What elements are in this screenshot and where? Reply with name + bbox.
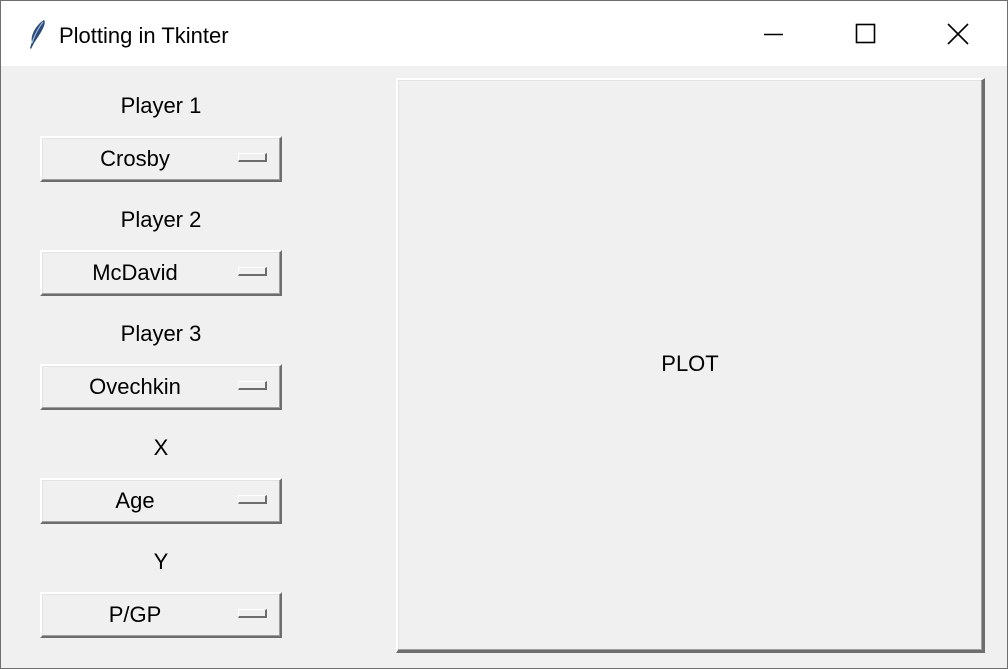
- option-menu-indicator-icon: [238, 267, 267, 276]
- option-menu-indicator-icon: [238, 495, 267, 504]
- window-title: Plotting in Tkinter: [59, 23, 229, 48]
- player3-dropdown[interactable]: Ovechkin: [40, 364, 282, 410]
- x-axis-dropdown[interactable]: Age: [40, 478, 282, 524]
- feather-icon: [30, 20, 45, 49]
- maximize-icon: [855, 23, 876, 43]
- option-menu-indicator-icon: [238, 153, 267, 162]
- y-axis-label: Y: [153, 549, 169, 574]
- y-axis-value: P/GP: [108, 602, 162, 627]
- player1-dropdown[interactable]: Crosby: [40, 136, 282, 182]
- close-icon: [947, 22, 969, 45]
- title-bar[interactable]: Plotting in Tkinter: [1, 1, 1007, 66]
- minimize-button[interactable]: [728, 1, 820, 66]
- x-axis-value: Age: [115, 488, 155, 513]
- y-axis-dropdown[interactable]: P/GP: [40, 592, 282, 638]
- option-menu-indicator-icon: [238, 609, 267, 618]
- player2-label: Player 2: [120, 207, 202, 232]
- option-menu-indicator-icon: [238, 381, 267, 390]
- plot-label: PLOT: [661, 351, 719, 376]
- player2-dropdown[interactable]: McDavid: [40, 250, 282, 296]
- minimize-icon: [764, 33, 783, 35]
- player3-value: Ovechkin: [89, 374, 181, 399]
- close-button[interactable]: [912, 1, 1004, 66]
- player1-label: Player 1: [120, 93, 202, 118]
- client-area: Player 1 Crosby Player 2 McDavid Player …: [1, 66, 1007, 668]
- x-axis-label: X: [153, 435, 169, 460]
- app-window: Plotting in Tkinter Player 1 Crosby Play…: [0, 0, 1008, 669]
- player1-value: Crosby: [100, 146, 170, 171]
- plot-button[interactable]: PLOT: [396, 78, 985, 653]
- player3-label: Player 3: [120, 321, 202, 346]
- player2-value: McDavid: [92, 260, 178, 285]
- maximize-button[interactable]: [820, 1, 912, 66]
